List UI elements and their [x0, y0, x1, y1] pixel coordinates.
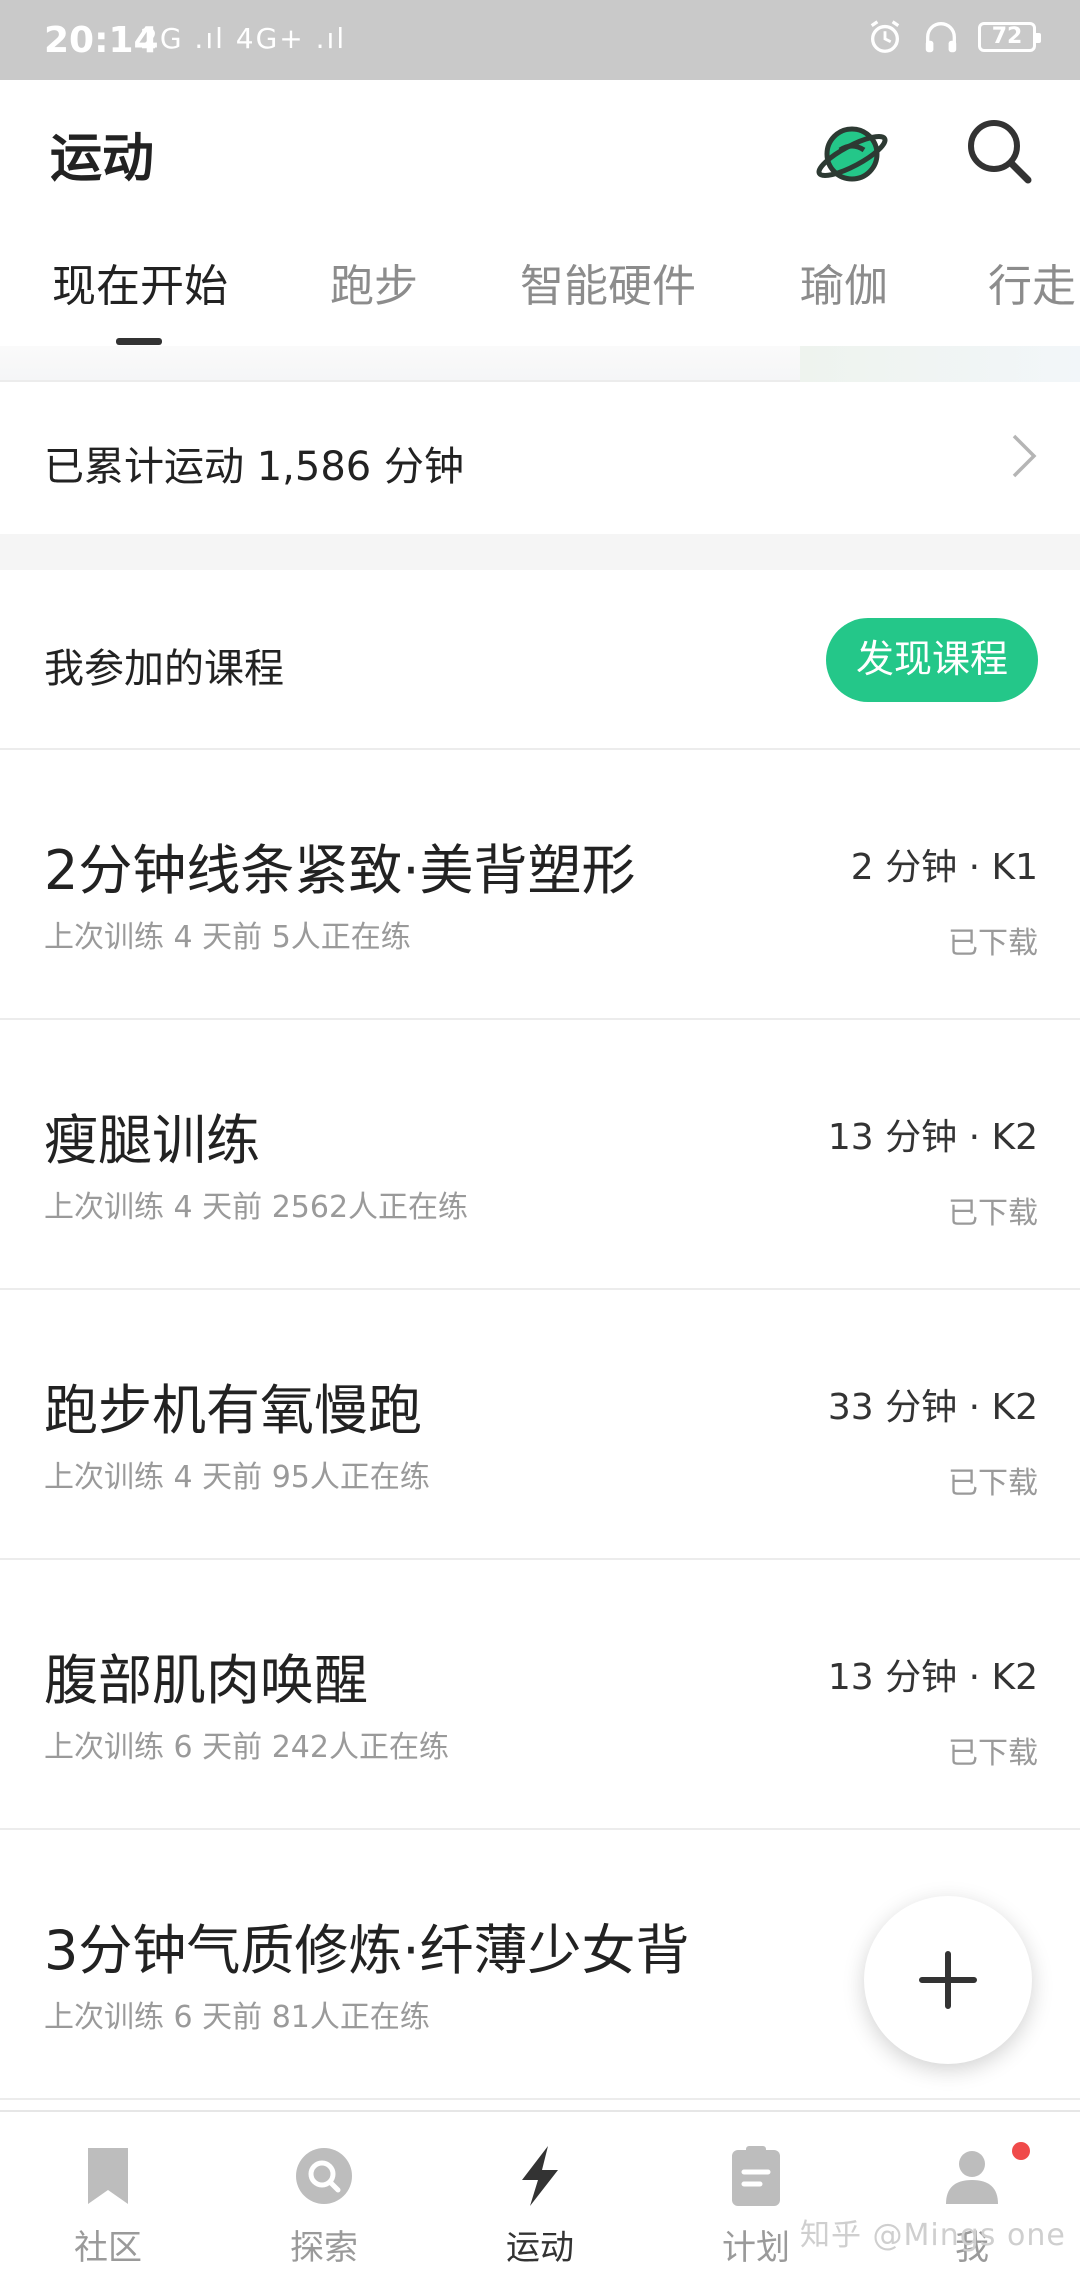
tab-yoga[interactable]: 瑜伽 [800, 250, 888, 314]
download-status: 已下载 [948, 1736, 1038, 1771]
course-list: 2分钟线条紧致·美背塑形 上次训练 4 天前 5人正在练 2 分钟 · K1 已… [0, 750, 1080, 2100]
course-duration: 33 分钟 · K2 [827, 1387, 1038, 1428]
explore-icon [296, 2148, 352, 2204]
course-duration: 13 分钟 · K2 [827, 1117, 1038, 1158]
bookmark-icon [88, 2148, 128, 2204]
watermark: 知乎 @Mings one [800, 2218, 1066, 2253]
course-meta: 上次训练 6 天前 242人正在练 [44, 1730, 449, 1765]
discover-courses-button[interactable]: 发现课程 [826, 618, 1038, 702]
course-meta: 上次训练 4 天前 5人正在练 [44, 920, 411, 955]
tab-walking[interactable]: 行走 [988, 250, 1076, 314]
course-title: 3分钟气质修炼·纤薄少女背 [44, 1919, 690, 1982]
course-item[interactable]: 腹部肌肉唤醒 上次训练 6 天前 242人正在练 13 分钟 · K2 已下载 [0, 1560, 1080, 1830]
download-status: 已下载 [948, 1196, 1038, 1231]
download-status: 已下载 [948, 926, 1038, 961]
clipboard-icon [732, 2146, 780, 2206]
headphones-icon [925, 22, 957, 53]
exercise-summary-row[interactable]: 已累计运动 1,586 分钟 [0, 384, 1080, 534]
signal-icon: 2G .ıl 4G+ .ıl [140, 22, 347, 55]
nav-community[interactable]: 社区 [0, 2112, 216, 2280]
my-courses-title: 我参加的课程 [44, 646, 284, 692]
screen: 20:14 2G .ıl 4G+ .ıl 72 运动 现在开始 跑步 智能硬件 … [0, 0, 1080, 2280]
nav-label: 运动 [506, 2228, 574, 2268]
nav-exercise[interactable]: 运动 [432, 2112, 648, 2280]
category-tabs: 现在开始 跑步 智能硬件 瑜伽 行走 [0, 220, 1080, 346]
course-item[interactable]: 瘦腿训练 上次训练 4 天前 2562人正在练 13 分钟 · K2 已下载 [0, 1020, 1080, 1290]
course-meta: 上次训练 4 天前 95人正在练 [44, 1460, 430, 1495]
nav-explore[interactable]: 探索 [216, 2112, 432, 2280]
planet-icon[interactable] [812, 114, 892, 194]
tab-indicator [116, 338, 162, 345]
plus-icon [919, 1951, 977, 2009]
course-item[interactable]: 2分钟线条紧致·美背塑形 上次训练 4 天前 5人正在练 2 分钟 · K1 已… [0, 750, 1080, 1020]
nav-plan[interactable]: 计划 [648, 2112, 864, 2280]
alarm-icon [870, 20, 900, 53]
user-icon [946, 2151, 998, 2204]
my-courses-header: 我参加的课程 发现课程 [0, 570, 1080, 750]
course-title: 腹部肌肉唤醒 [44, 1649, 368, 1712]
notification-dot [1012, 2142, 1030, 2160]
nav-label: 探索 [290, 2228, 358, 2268]
download-status: 已下载 [948, 1466, 1038, 1501]
nav-me[interactable]: 我 [864, 2112, 1080, 2280]
bottom-nav: 社区 探索 运动 计划 我 [0, 2110, 1080, 2280]
lightning-icon [522, 2146, 558, 2206]
course-item[interactable]: 跑步机有氧慢跑 上次训练 4 天前 95人正在练 33 分钟 · K2 已下载 [0, 1290, 1080, 1560]
course-meta: 上次训练 6 天前 81人正在练 [44, 2000, 430, 2035]
tab-start-now[interactable]: 现在开始 [52, 250, 228, 314]
chevron-right-icon [1012, 434, 1037, 478]
section-divider [0, 534, 1080, 570]
course-title: 瘦腿训练 [44, 1109, 260, 1172]
status-icons: 72 [866, 18, 1041, 56]
tab-running[interactable]: 跑步 [330, 250, 418, 314]
nav-label: 社区 [74, 2228, 142, 2268]
course-duration: 13 分钟 · K2 [827, 1657, 1038, 1698]
course-meta: 上次训练 4 天前 2562人正在练 [44, 1190, 469, 1225]
battery-icon: 72 [978, 22, 1041, 52]
tab-smart-hardware[interactable]: 智能硬件 [520, 250, 696, 314]
banner-image [800, 346, 1080, 382]
status-bar: 20:14 2G .ıl 4G+ .ıl 72 [0, 0, 1080, 80]
total-exercise-text: 已累计运动 1,586 分钟 [44, 444, 464, 490]
course-title: 2分钟线条紧致·美背塑形 [44, 839, 636, 902]
course-title: 跑步机有氧慢跑 [44, 1379, 422, 1442]
page-title: 运动 [50, 129, 155, 189]
add-button[interactable] [864, 1896, 1032, 2064]
search-icon[interactable] [960, 112, 1040, 192]
app-header: 运动 [0, 80, 1080, 220]
course-duration: 2 分钟 · K1 [850, 847, 1038, 888]
